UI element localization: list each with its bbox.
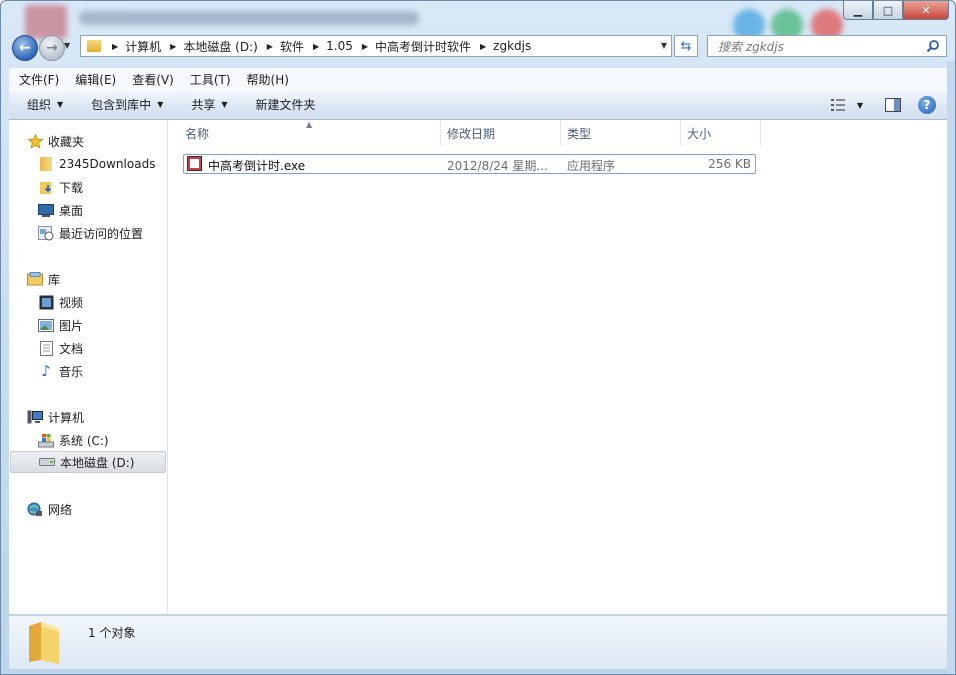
history-dropdown-icon[interactable]: ▼ xyxy=(64,41,70,50)
forward-arrow-icon: → xyxy=(46,40,58,56)
breadcrumb-item[interactable]: ▶ 本地磁盘 (D:) xyxy=(163,38,258,55)
file-row[interactable]: 中高考倒计时.exe 2012/8/24 星期... 应用程序 256 KB xyxy=(183,154,756,174)
breadcrumb-item[interactable]: ▶ zgkdjs xyxy=(473,39,531,53)
file-name: 中高考倒计时.exe xyxy=(208,159,306,173)
sidebar-item-desktop[interactable]: 桌面 xyxy=(38,199,83,221)
sidebar-item-recent-places[interactable]: 最近访问的位置 xyxy=(38,222,143,244)
command-bar: 组织 ▼ 包含到库中 ▼ 共享 ▼ 新建文件夹 ▼ ? xyxy=(9,89,947,120)
breadcrumb-item[interactable]: ▶ 1.05 xyxy=(306,39,353,53)
breadcrumb-chevron-icon: ▶ xyxy=(312,41,320,51)
sidebar-favorites[interactable]: 收藏夹 xyxy=(27,130,84,152)
file-date: 2012/8/24 星期... xyxy=(447,159,548,173)
forward-button[interactable]: → xyxy=(39,35,65,61)
new-folder-button[interactable]: 新建文件夹 xyxy=(238,96,326,113)
search-input[interactable] xyxy=(716,37,920,57)
folder-large-icon xyxy=(29,622,59,664)
computer-icon xyxy=(27,409,43,425)
folder-icon xyxy=(38,156,54,172)
refresh-icon: ⇆ xyxy=(680,38,692,54)
file-type: 应用程序 xyxy=(567,159,616,173)
caption-buttons: ▁ □ ✕ xyxy=(843,1,949,21)
help-button[interactable]: ? xyxy=(917,95,937,115)
search-icon[interactable] xyxy=(926,39,940,53)
desktop-icon xyxy=(38,202,54,218)
sidebar-item-videos[interactable]: 视频 xyxy=(38,291,83,313)
chevron-down-icon: ▼ xyxy=(221,100,228,109)
download-folder-icon xyxy=(38,179,54,195)
chevron-down-icon: ▼ xyxy=(57,100,64,109)
menu-help[interactable]: 帮助(H) xyxy=(237,71,295,88)
library-icon xyxy=(27,271,43,287)
sort-ascending-icon: ▲ xyxy=(306,120,313,129)
breadcrumb-chevron-icon: ▶ xyxy=(112,41,119,51)
sidebar-item-system-c[interactable]: 系统 (C:) xyxy=(38,429,109,451)
view-dropdown-icon[interactable]: ▼ xyxy=(855,95,865,115)
preview-pane-button[interactable] xyxy=(883,95,903,115)
address-dropdown-icon[interactable]: ▼ xyxy=(661,41,667,50)
recent-places-icon xyxy=(38,225,54,241)
help-icon: ? xyxy=(918,96,936,114)
menu-edit[interactable]: 编辑(E) xyxy=(65,71,122,88)
sidebar-computer[interactable]: 计算机 xyxy=(27,406,84,428)
navigation-pane: 收藏夹 2345Downloads 下载 桌面 最近访问的位置 库 视频 图片 … xyxy=(9,120,168,614)
column-header-size[interactable]: 大小 xyxy=(681,120,761,146)
sidebar-network[interactable]: 网络 xyxy=(27,498,72,520)
star-icon xyxy=(27,133,43,149)
breadcrumb-chevron-icon: ▶ xyxy=(480,41,487,51)
picture-icon xyxy=(38,317,54,333)
application-icon xyxy=(187,156,202,171)
breadcrumb-item[interactable]: ▶ 中高考倒计时软件 xyxy=(355,38,471,55)
menu-bar: 文件(F) 编辑(E) 查看(V) 工具(T) 帮助(H) xyxy=(9,67,947,90)
address-bar[interactable]: ▶ 计算机 ▶ 本地磁盘 (D:) ▶ 软件 ▶ 1.05 ▶ 中高考倒计时软件 ▶ zgk… xyxy=(80,35,672,57)
menu-file[interactable]: 文件(F) xyxy=(9,71,65,88)
back-button[interactable]: ← xyxy=(12,35,38,61)
menu-tools[interactable]: 工具(T) xyxy=(180,71,237,88)
sidebar-item-music[interactable]: ♪ 音乐 xyxy=(38,360,83,382)
maximize-button[interactable]: □ xyxy=(873,1,903,20)
breadcrumb-chevron-icon: ▶ xyxy=(361,41,368,51)
search-box[interactable] xyxy=(707,35,947,57)
file-size: 256 KB xyxy=(708,157,751,171)
menu-view[interactable]: 查看(V) xyxy=(122,71,180,88)
organize-button[interactable]: 组织 ▼ xyxy=(9,96,73,113)
music-note-icon: ♪ xyxy=(41,362,51,380)
details-pane: 1 个对象 xyxy=(9,615,947,669)
back-arrow-icon: ← xyxy=(19,40,31,56)
explorer-window: ▁ □ ✕ ← → ▼ ▶ 计算机 ▶ 本地磁盘 (D:) ▶ 软件 ▶ 1.05 ▶ 中… xyxy=(0,0,956,675)
document-icon xyxy=(38,340,54,356)
preview-pane-icon xyxy=(885,98,901,112)
sidebar-item-pictures[interactable]: 图片 xyxy=(38,314,83,336)
column-header-type[interactable]: 类型 xyxy=(561,120,681,146)
hard-drive-icon xyxy=(39,454,55,470)
include-in-library-button[interactable]: 包含到库中 ▼ xyxy=(73,96,173,113)
sidebar-libraries[interactable]: 库 xyxy=(27,268,60,290)
toolbar-right: ▼ ? xyxy=(823,95,937,115)
blurred-title-area xyxy=(25,5,445,39)
breadcrumb-chevron-icon: ▶ xyxy=(170,41,177,51)
sidebar-item-local-disk-d[interactable]: 本地磁盘 (D:) xyxy=(10,451,166,473)
network-icon xyxy=(27,501,43,517)
column-header-date[interactable]: 修改日期 xyxy=(441,120,561,146)
view-list-icon xyxy=(831,99,845,111)
window-frame-right xyxy=(947,61,955,674)
minimize-button[interactable]: ▁ xyxy=(843,1,873,20)
share-button[interactable]: 共享 ▼ xyxy=(173,96,237,113)
system-drive-icon xyxy=(38,432,54,448)
breadcrumb-chevron-icon: ▶ xyxy=(266,41,273,51)
folder-icon xyxy=(87,40,101,52)
file-list-pane: 名称 ▲ 修改日期 类型 大小 中高考倒计时.exe 2012/8/24 星期.… xyxy=(168,120,947,614)
video-icon xyxy=(38,294,54,310)
item-count: 1 个对象 xyxy=(88,626,136,640)
chevron-down-icon: ▼ xyxy=(157,100,164,109)
close-button[interactable]: ✕ xyxy=(903,1,949,20)
sidebar-item-2345downloads[interactable]: 2345Downloads xyxy=(38,153,155,175)
breadcrumb-item[interactable]: ▶ 计算机 xyxy=(105,38,161,55)
sidebar-item-downloads[interactable]: 下载 xyxy=(38,176,83,198)
refresh-button[interactable]: ⇆ xyxy=(674,35,698,57)
view-options-button[interactable] xyxy=(829,95,849,115)
breadcrumb-item[interactable]: ▶ 软件 xyxy=(260,38,304,55)
sidebar-item-documents[interactable]: 文档 xyxy=(38,337,83,359)
